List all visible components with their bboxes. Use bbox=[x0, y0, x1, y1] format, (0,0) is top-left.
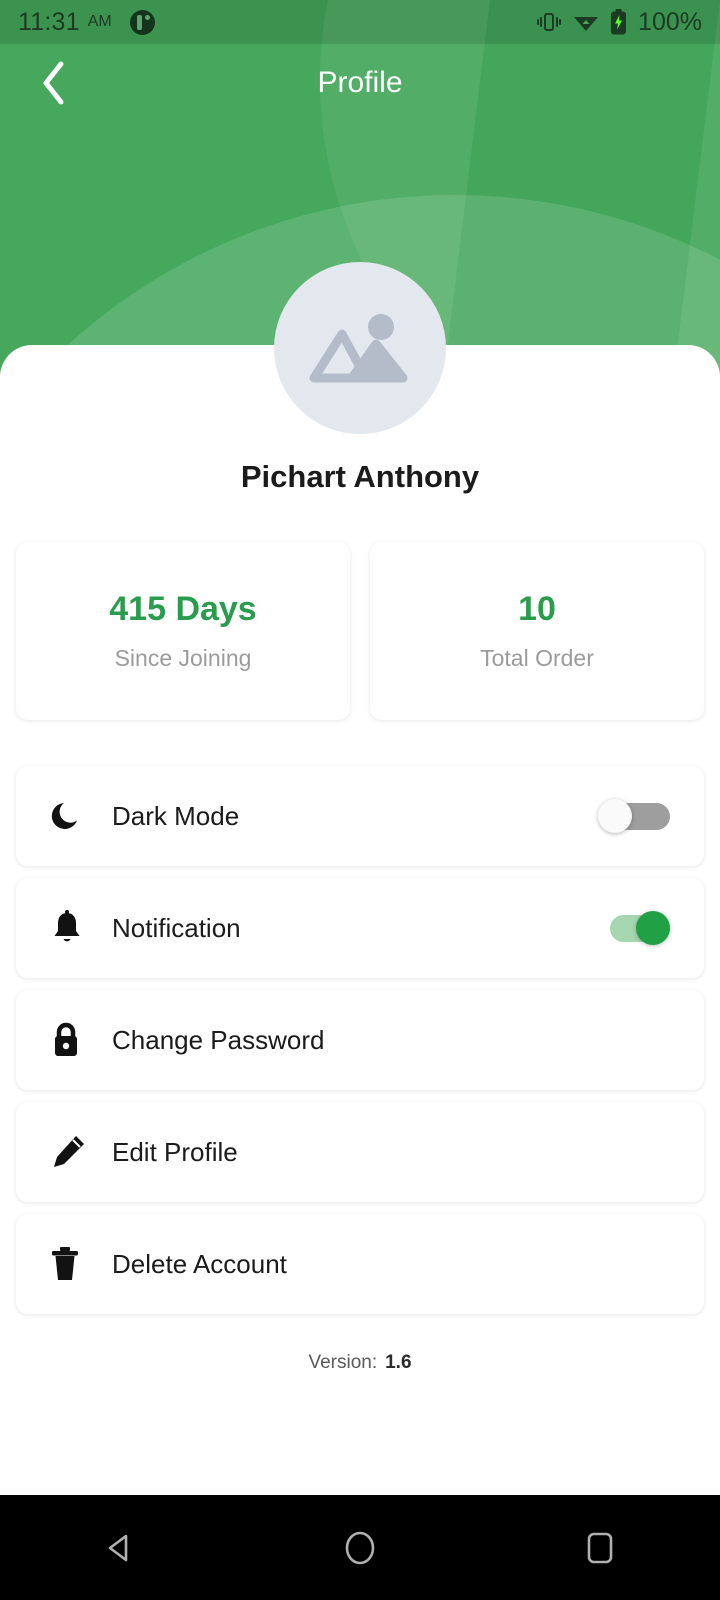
status-bar-clock: 11:31 bbox=[18, 7, 80, 36]
version-info: Version: 1.6 bbox=[0, 1352, 720, 1374]
image-placeholder-icon bbox=[309, 314, 408, 383]
status-bar: 11:31 AM 100% bbox=[0, 0, 720, 44]
profile-name: Pichart Anthony bbox=[240, 459, 480, 494]
battery-percent-label: 100% bbox=[638, 7, 702, 36]
nav-recents-button[interactable] bbox=[540, 1495, 660, 1600]
android-navigation-bar bbox=[0, 1495, 720, 1600]
status-bar-right: 100% bbox=[536, 8, 702, 37]
stat-card-total-order: 10 Total Order bbox=[370, 542, 704, 720]
moon-icon bbox=[50, 799, 94, 833]
avatar[interactable] bbox=[274, 262, 446, 434]
settings-menu: Dark Mode Notification Change Password E… bbox=[16, 766, 704, 1326]
stat-label: Total Order bbox=[480, 645, 594, 671]
status-bar-ampm: AM bbox=[87, 13, 112, 30]
lock-icon bbox=[50, 1022, 94, 1058]
toggle-knob bbox=[636, 911, 670, 945]
version-number: 1.6 bbox=[385, 1352, 412, 1373]
menu-item-label: Dark Mode bbox=[112, 800, 240, 831]
dark-mode-toggle[interactable] bbox=[598, 799, 670, 833]
back-button[interactable] bbox=[22, 52, 84, 114]
app-bar: Profile bbox=[0, 44, 720, 122]
menu-item-label: Delete Account bbox=[112, 1248, 287, 1279]
stats-row: 415 Days Since Joining 10 Total Order bbox=[16, 542, 704, 720]
stat-card-since-joining: 415 Days Since Joining bbox=[16, 542, 350, 720]
menu-item-delete-account[interactable]: Delete Account bbox=[16, 1214, 704, 1314]
back-triangle-icon bbox=[108, 1534, 128, 1561]
page-title: Profile bbox=[317, 66, 403, 99]
battery-charging-icon bbox=[610, 9, 627, 35]
stat-label: Since Joining bbox=[114, 645, 252, 671]
home-circle-icon bbox=[345, 1531, 375, 1564]
menu-item-change-password[interactable]: Change Password bbox=[16, 990, 704, 1090]
toggle-knob bbox=[598, 799, 632, 833]
notification-toggle[interactable] bbox=[598, 911, 670, 945]
menu-item-label: Notification bbox=[112, 912, 241, 943]
stat-value: 415 Days bbox=[109, 590, 257, 628]
version-label: Version: bbox=[308, 1352, 378, 1373]
recents-square-icon bbox=[587, 1532, 613, 1563]
vibrate-icon bbox=[536, 10, 562, 34]
menu-item-label: Change Password bbox=[112, 1024, 325, 1055]
app-notification-icon bbox=[129, 9, 155, 35]
phone-screen: 11:31 AM 100% Profile Pichart Anthony 41… bbox=[0, 0, 720, 1600]
chevron-left-icon bbox=[43, 61, 64, 105]
trash-icon bbox=[50, 1246, 94, 1282]
menu-item-label: Edit Profile bbox=[112, 1136, 238, 1167]
menu-item-notification[interactable]: Notification bbox=[16, 878, 704, 978]
menu-item-edit-profile[interactable]: Edit Profile bbox=[16, 1102, 704, 1202]
stat-value: 10 bbox=[518, 590, 556, 628]
pencil-icon bbox=[50, 1134, 94, 1170]
nav-home-button[interactable] bbox=[300, 1495, 420, 1600]
wifi-icon bbox=[573, 11, 599, 33]
menu-item-dark-mode[interactable]: Dark Mode bbox=[16, 766, 704, 866]
status-bar-left: 11:31 AM bbox=[18, 8, 155, 37]
bell-icon bbox=[50, 910, 94, 946]
nav-back-button[interactable] bbox=[60, 1495, 180, 1600]
